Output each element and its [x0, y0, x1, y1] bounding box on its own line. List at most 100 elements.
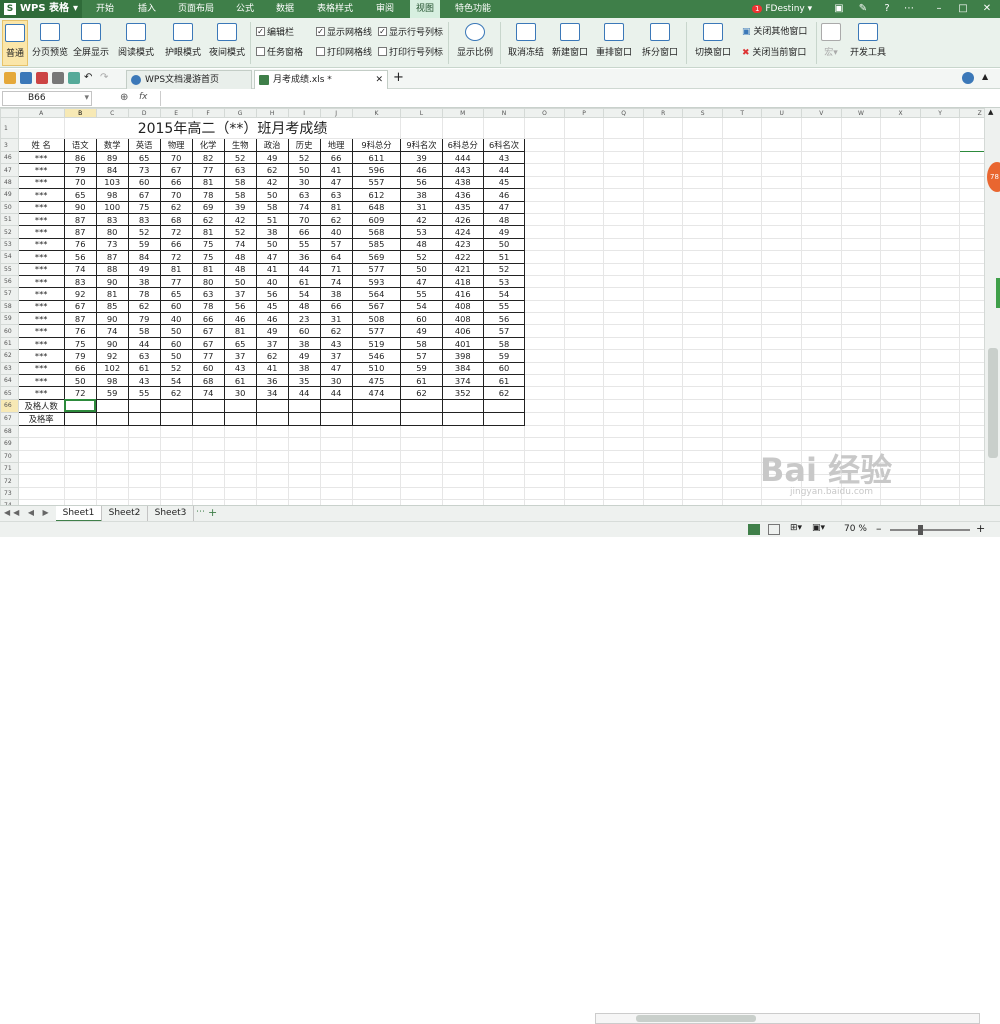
cell[interactable] — [319, 474, 353, 488]
cell[interactable] — [642, 175, 684, 190]
score-cell[interactable]: 53 — [482, 274, 526, 289]
row-header[interactable]: 51 — [0, 212, 19, 227]
score-cell[interactable]: 74 — [95, 324, 129, 338]
cell[interactable] — [801, 299, 842, 314]
score-cell[interactable]: 58 — [127, 324, 161, 338]
score-cell[interactable]: 74 — [223, 237, 257, 252]
cell[interactable] — [642, 411, 684, 426]
cell[interactable] — [563, 461, 605, 476]
student-name[interactable]: *** — [17, 175, 65, 190]
cell[interactable] — [919, 361, 961, 376]
menu-tab[interactable]: 开始 — [88, 0, 122, 18]
cell[interactable] — [682, 299, 723, 314]
row-header[interactable]: 50 — [0, 200, 19, 214]
cell[interactable] — [721, 150, 763, 165]
cell[interactable] — [880, 237, 921, 252]
cell[interactable] — [880, 117, 921, 139]
cell[interactable] — [563, 212, 605, 227]
score-cell[interactable]: 46 — [255, 312, 289, 326]
cell[interactable] — [642, 398, 684, 413]
cell[interactable] — [840, 336, 882, 351]
score-cell[interactable]: 577 — [351, 324, 402, 338]
cell[interactable] — [761, 117, 803, 139]
score-cell[interactable]: 436 — [441, 188, 484, 202]
cell[interactable] — [524, 138, 565, 152]
score-cell[interactable]: 70 — [159, 150, 193, 165]
tab-close-icon[interactable]: ✕ — [375, 71, 383, 89]
score-cell[interactable]: 42 — [223, 212, 257, 227]
cell[interactable] — [880, 150, 921, 165]
score-cell[interactable]: 54 — [400, 299, 443, 314]
cell[interactable] — [603, 386, 644, 400]
score-cell[interactable]: 30 — [287, 175, 321, 190]
cell[interactable] — [682, 312, 723, 326]
row-header[interactable]: 71 — [0, 461, 19, 476]
column-title[interactable]: 数学 — [95, 138, 129, 152]
score-cell[interactable]: 49 — [287, 349, 321, 363]
cell[interactable] — [223, 449, 257, 464]
cell[interactable] — [761, 312, 803, 326]
row-header[interactable]: 70 — [0, 449, 19, 464]
score-cell[interactable]: 36 — [287, 250, 321, 264]
score-cell[interactable]: 52 — [159, 361, 193, 376]
window-button[interactable]: 新建窗口 — [548, 20, 592, 66]
cell[interactable] — [524, 411, 565, 426]
score-cell[interactable]: 36 — [255, 374, 289, 388]
cell[interactable] — [801, 411, 842, 426]
score-cell[interactable]: 48 — [223, 250, 257, 264]
cloud-sync-icon[interactable] — [962, 72, 974, 84]
column-header[interactable]: A — [17, 108, 65, 118]
cell[interactable] — [524, 336, 565, 351]
cell[interactable] — [603, 299, 644, 314]
cell[interactable] — [919, 299, 961, 314]
cell[interactable] — [17, 449, 65, 464]
score-cell[interactable]: 41 — [255, 361, 289, 376]
cell[interactable] — [17, 486, 65, 501]
score-cell[interactable]: 60 — [191, 361, 225, 376]
cell[interactable] — [840, 237, 882, 252]
score-cell[interactable]: 74 — [319, 274, 353, 289]
cell[interactable] — [482, 398, 526, 413]
score-cell[interactable]: 77 — [191, 349, 225, 363]
cell[interactable] — [524, 324, 565, 338]
cell[interactable] — [255, 424, 289, 439]
score-cell[interactable]: 48 — [287, 299, 321, 314]
cell[interactable] — [642, 299, 684, 314]
hscroll-thumb[interactable] — [636, 1015, 756, 1022]
dev-tools-button[interactable]: 开发工具 — [846, 20, 890, 66]
score-cell[interactable]: 90 — [95, 274, 129, 289]
student-name[interactable]: *** — [17, 237, 65, 252]
cell[interactable] — [721, 437, 763, 451]
cell[interactable] — [919, 225, 961, 239]
cell[interactable] — [603, 349, 644, 363]
score-cell[interactable]: 65 — [63, 188, 97, 202]
view-button[interactable]: 全屏显示 — [72, 20, 110, 66]
cell[interactable] — [761, 163, 803, 177]
menu-tab[interactable]: 页面布局 — [172, 0, 220, 18]
cell[interactable] — [351, 486, 402, 501]
cell[interactable] — [159, 449, 193, 464]
cell[interactable] — [721, 138, 763, 152]
cell[interactable] — [880, 188, 921, 202]
score-cell[interactable]: 58 — [255, 200, 289, 214]
score-cell[interactable]: 475 — [351, 374, 402, 388]
formula-input[interactable] — [160, 91, 980, 106]
score-cell[interactable]: 40 — [159, 312, 193, 326]
redo-icon[interactable]: ↷ — [100, 72, 108, 83]
score-cell[interactable]: 374 — [441, 374, 484, 388]
cell[interactable] — [761, 175, 803, 190]
cell[interactable] — [482, 474, 526, 488]
column-title[interactable]: 生物 — [223, 138, 257, 152]
cell[interactable] — [682, 117, 723, 139]
score-cell[interactable]: 51 — [255, 212, 289, 227]
cell[interactable] — [127, 449, 161, 464]
score-cell[interactable]: 30 — [223, 386, 257, 400]
skin-icon[interactable]: ▣ — [828, 0, 850, 18]
score-cell[interactable]: 67 — [191, 336, 225, 351]
cell[interactable] — [721, 424, 763, 439]
score-cell[interactable]: 62 — [191, 212, 225, 227]
cell[interactable] — [919, 188, 961, 202]
score-cell[interactable]: 68 — [191, 374, 225, 388]
cell[interactable] — [255, 474, 289, 488]
horizontal-scrollbar[interactable] — [595, 1013, 980, 1024]
